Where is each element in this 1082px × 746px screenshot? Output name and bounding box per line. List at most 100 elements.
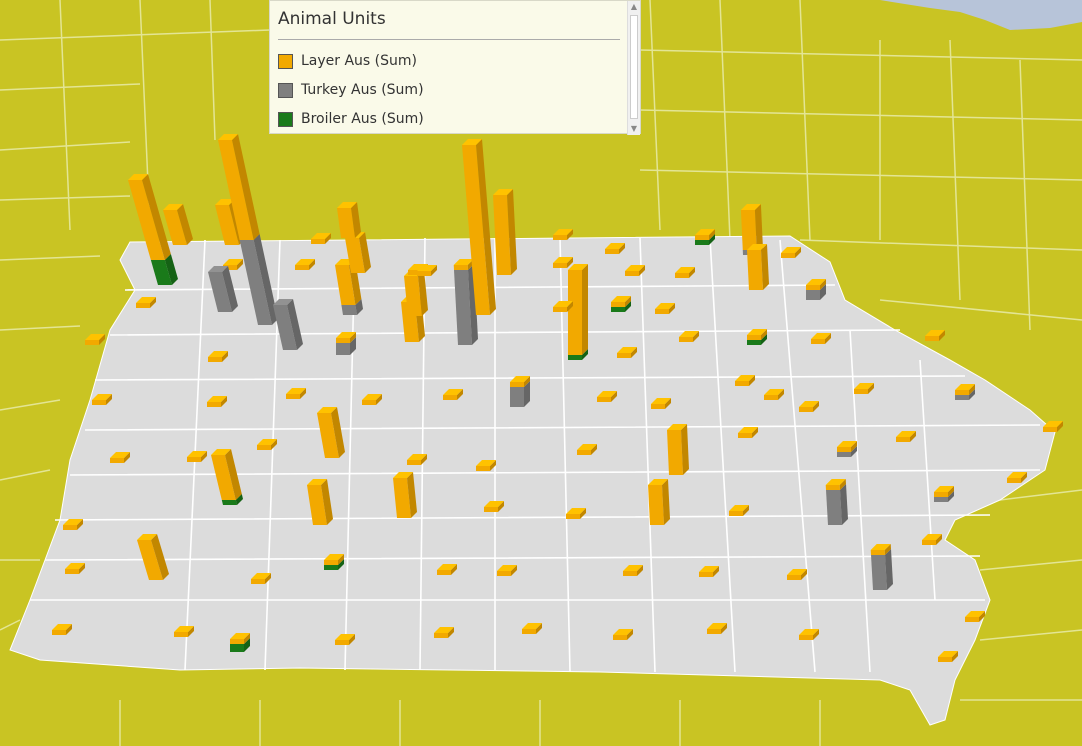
broiler-bar-segment [221,500,237,505]
turkey-bar-segment [837,452,851,457]
layer-bar-segment [605,249,619,254]
turkey-swatch [278,82,293,98]
layer-bar-segment [747,250,763,290]
layer-bar-segment [707,629,721,634]
county-column[interactable] [493,189,517,275]
layer-bar-segment [870,550,885,555]
layer-bar-segment [510,382,524,387]
layer-bar-segment [407,460,421,465]
layer-bar-segment [63,525,77,530]
broiler-bar-segment [324,565,338,570]
county-column[interactable] [510,376,530,407]
layer-bar-segment [925,336,939,341]
legend-item-turkey[interactable]: Turkey Aus (Sum) [278,80,424,100]
layer-bar-segment [667,430,683,475]
layer-bar-segment [811,339,825,344]
layer-bar-segment [324,560,338,565]
county-column[interactable] [393,472,417,518]
turkey-bar-segment [871,555,887,590]
county-column[interactable] [806,279,826,300]
layer-bar-segment [648,485,664,525]
layer-bar-segment [484,507,498,512]
layer-bar-segment [174,632,188,637]
scroll-up-icon[interactable]: ▲ [628,1,640,13]
layer-bar-segment [65,569,79,574]
layer-bar-segment [476,466,490,471]
turkey-bar-segment [336,343,350,355]
layer-bar-segment [922,540,936,545]
layer-bar-segment [764,395,778,400]
layer-bar-segment [617,353,631,358]
legend-panel: Animal Units Layer Aus (Sum) Turkey Aus … [269,0,641,135]
scroll-down-icon[interactable]: ▼ [628,123,640,135]
layer-bar-segment [747,335,761,340]
layer-bar-segment [854,389,868,394]
layer-bar-segment [679,337,693,342]
layer-bar-segment [938,657,952,662]
layer-bar-segment [553,235,567,240]
broiler-bar-segment [695,240,709,245]
broiler-bar-segment [611,307,625,312]
layer-bar-segment [934,492,948,497]
county-column[interactable] [870,544,893,590]
legend-title: Animal Units [278,9,386,29]
legend-divider [278,39,620,40]
broiler-bar-segment [747,340,761,345]
layer-bar-segment [207,402,221,407]
layer-bar-segment [1043,427,1057,432]
turkey-bar-segment [955,395,969,400]
turkey-bar-segment [341,305,357,315]
scroll-thumb[interactable] [630,15,638,119]
layer-bar-segment [497,571,511,576]
layer-bar-segment [806,285,820,290]
county-column[interactable] [337,202,361,238]
county-column[interactable] [825,479,848,525]
layer-bar-segment [825,485,840,490]
layer-bar-segment [729,511,743,516]
legend-scrollbar[interactable]: ▲ ▼ [627,1,640,135]
layer-bar-segment [787,575,801,580]
layer-bar-segment [597,397,611,402]
county-column[interactable] [648,479,670,525]
layer-bar-segment [955,390,969,395]
layer-bar-segment [655,309,669,314]
layer-bar-segment [522,629,536,634]
layer-bar-segment [735,381,749,386]
turkey-bar-segment [934,497,948,502]
county-column[interactable] [568,264,588,360]
layer-bar-segment [965,617,979,622]
layer-bar-segment [335,640,349,645]
layer-bar-segment [295,265,309,270]
layer-bar-segment [208,357,222,362]
layer-bar-segment [443,395,457,400]
layer-bar-segment [453,265,468,270]
legend-label: Broiler Aus (Sum) [301,111,424,127]
layer-bar-segment [85,340,99,345]
county-column[interactable] [404,270,428,316]
legend-item-layer[interactable]: Layer Aus (Sum) [278,51,417,71]
layer-bar-segment [187,457,201,462]
layer-swatch [278,53,293,69]
layer-bar-segment [799,635,813,640]
county-column[interactable] [747,244,769,290]
legend-item-broiler[interactable]: Broiler Aus (Sum) [278,109,424,129]
layer-bar-segment [781,253,795,258]
layer-bar-segment [566,514,580,519]
broiler-bar-segment [568,355,582,360]
layer-bar-segment [437,570,451,575]
county-column[interactable] [667,424,689,475]
county-column[interactable] [336,332,356,355]
layer-bar-segment [257,445,271,450]
layer-bar-segment [799,407,813,412]
layer-bar-segment [52,630,66,635]
layer-bar-segment [738,433,752,438]
layer-bar-segment [625,271,639,276]
turkey-bar-segment [806,290,820,300]
layer-bar-segment [568,270,582,355]
layer-bar-segment [92,400,106,405]
layer-bar-segment [417,271,431,276]
layer-bar-segment [695,235,709,240]
layer-bar-segment [434,633,448,638]
layer-bar-segment [611,302,625,307]
layer-bar-segment [286,394,300,399]
